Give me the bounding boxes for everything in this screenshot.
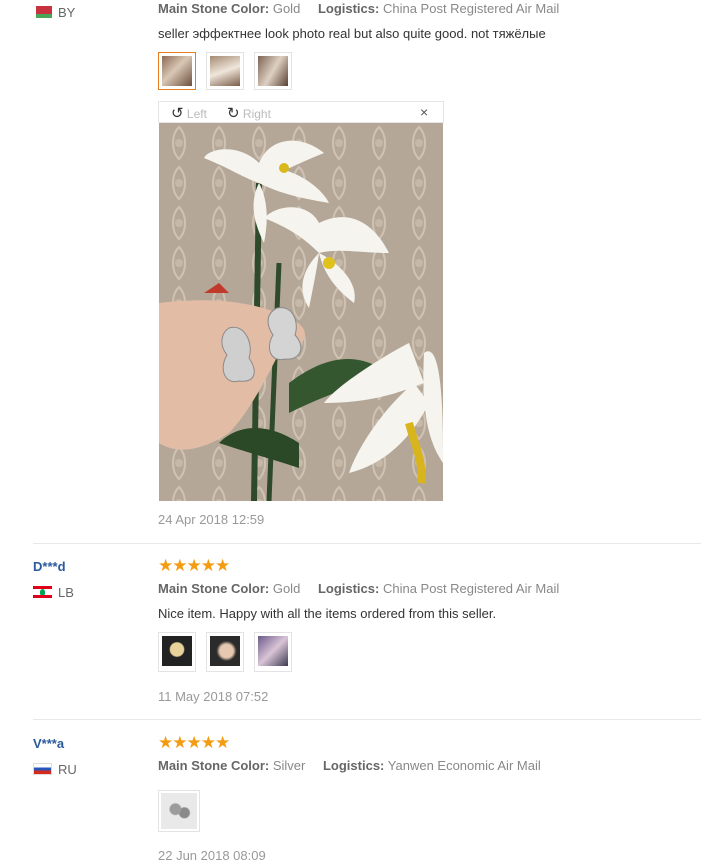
country-code: BY <box>58 5 76 20</box>
rotate-left-label: Left <box>186 107 207 121</box>
country-code: LB <box>58 585 74 600</box>
logistics-value: Yanwen Economic Air Mail <box>387 758 541 773</box>
rotate-right-label: Right <box>242 107 271 121</box>
photo-viewer-toolbar: ↺ Left ↻ Right × <box>158 101 444 123</box>
star-rating: ★★★★★ <box>158 733 230 752</box>
rotate-left-icon: ↺ <box>171 105 184 122</box>
stone-color-value: Silver <box>272 758 306 773</box>
reviewer-name[interactable]: V***a <box>33 736 64 751</box>
review-meta: Main Stone Color: Gold Logistics: China … <box>158 581 559 596</box>
stone-color-value: Gold <box>272 581 301 596</box>
stone-color-label: Main Stone Color: <box>158 1 270 16</box>
review-date: 11 May 2018 07:52 <box>158 689 269 704</box>
rotate-left-button[interactable]: ↺ Left <box>171 104 207 122</box>
logistics-value: China Post Registered Air Mail <box>382 581 560 596</box>
rotate-right-icon: ↻ <box>227 105 240 122</box>
logistics-label: Logistics: <box>317 581 380 596</box>
review-photo-thumbnail[interactable] <box>158 52 196 90</box>
logistics-label: Logistics: <box>322 758 385 773</box>
review-text: seller эффектнее look photo real but als… <box>158 26 546 41</box>
review-photo-thumbnail[interactable] <box>254 52 292 90</box>
review-meta: Main Stone Color: Gold Logistics: China … <box>158 1 559 16</box>
star-rating: ★★★★★ <box>158 556 230 575</box>
reviewer-name[interactable]: D***d <box>33 559 66 574</box>
russia-flag-icon <box>33 763 52 775</box>
review-photo-thumbnail[interactable] <box>206 52 244 90</box>
lebanon-flag-icon <box>33 586 52 598</box>
stone-color-value: Gold <box>272 1 301 16</box>
review-photo-thumbnail[interactable] <box>158 632 196 672</box>
stone-color-label: Main Stone Color: <box>158 758 270 773</box>
rotate-right-button[interactable]: ↻ Right <box>227 104 271 122</box>
belarus-flag-icon <box>33 6 52 18</box>
review-date: 24 Apr 2018 12:59 <box>158 512 265 527</box>
review-divider <box>33 719 701 720</box>
review-photo-thumbnail[interactable] <box>206 632 244 672</box>
review-meta: Main Stone Color: Silver Logistics: Yanw… <box>158 758 541 773</box>
review-divider <box>33 543 701 544</box>
stone-color-label: Main Stone Color: <box>158 581 270 596</box>
review-photo-thumbnail[interactable] <box>254 632 292 672</box>
review-photo-thumbnail[interactable] <box>158 790 200 832</box>
country-code: RU <box>58 762 77 777</box>
review-text: Nice item. Happy with all the items orde… <box>158 606 497 621</box>
logistics-label: Logistics: <box>317 1 380 16</box>
close-viewer-button[interactable]: × <box>420 104 428 120</box>
logistics-value: China Post Registered Air Mail <box>382 1 560 16</box>
review-photo-large <box>159 123 443 501</box>
